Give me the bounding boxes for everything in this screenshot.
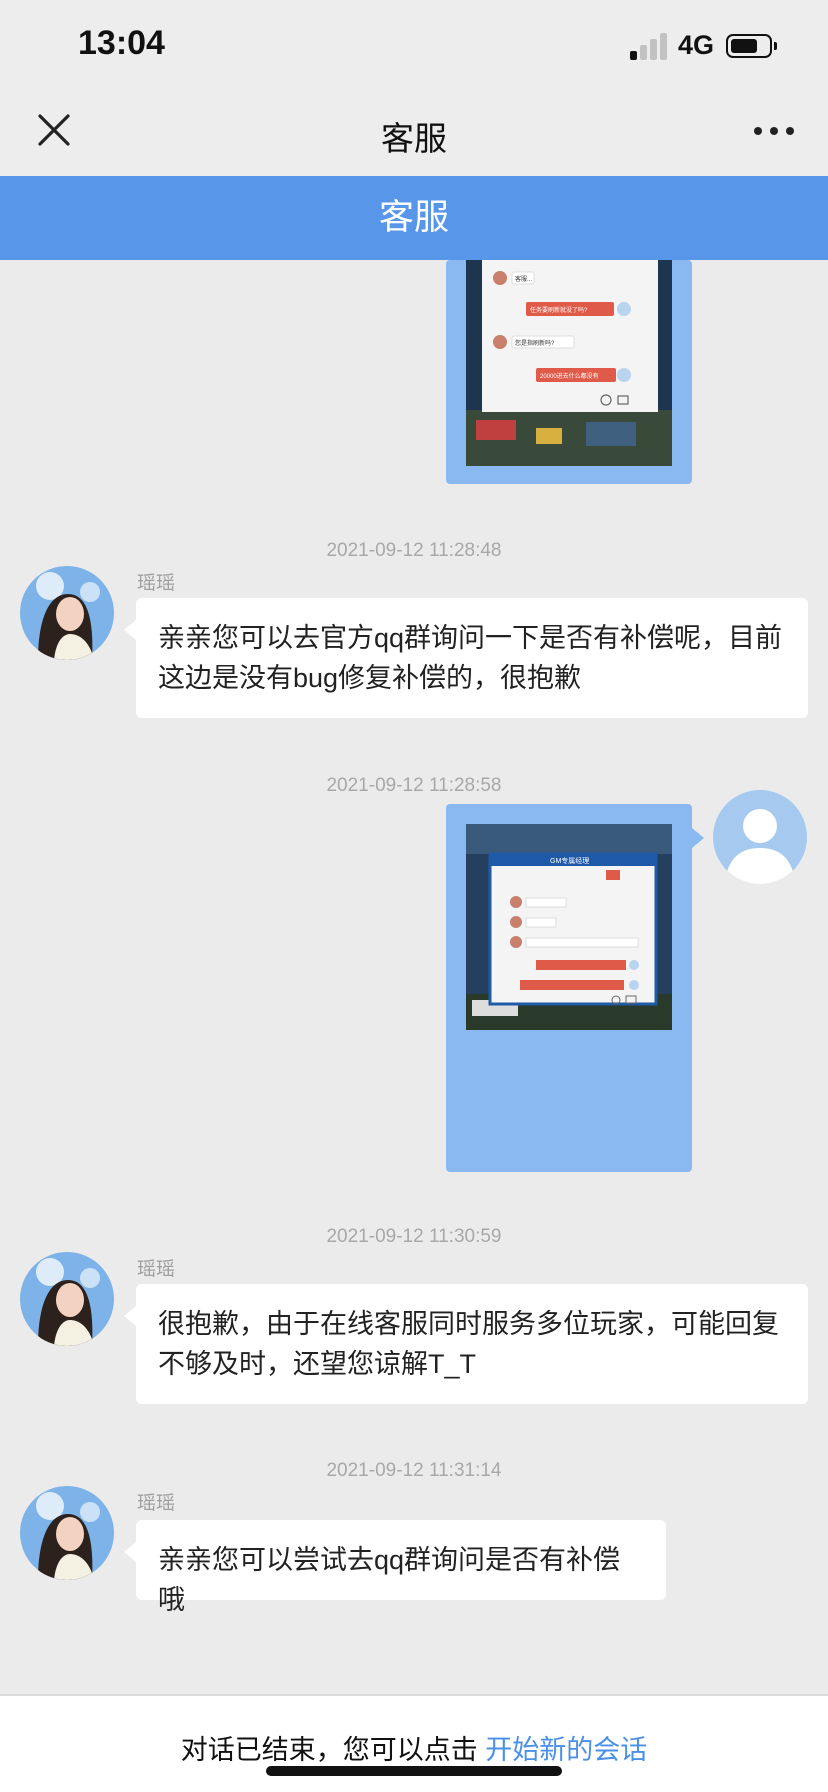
start-new-conversation-link[interactable]: 开始新的会话 [485,1735,647,1765]
footer-message: 对话已结束，您可以点击 [180,1735,486,1765]
image-message[interactable]: GM专属经理 [446,804,704,1172]
nav-bar: 客服 [0,90,828,176]
message-timestamp: 2021-09-12 11:31:14 [326,1460,502,1481]
screenshot-image[interactable]: 客服... 任务要刷新就没了吗? 您是指刷新吗? 20000进去什么都没有 [466,260,672,466]
message-line: 亲亲您可以去官方qq群询问一下是否有补偿呢，目前 [158,623,783,653]
more-dots-icon[interactable] [752,116,796,146]
agent-avatar [20,566,114,660]
battery-icon [726,34,777,58]
screenshot-image[interactable]: GM专属经理 [466,824,672,1030]
message-line: 这边是没有bug修复补偿的，很抱歉 [158,663,582,693]
message-timestamp: 2021-09-12 11:28:58 [326,775,502,796]
message-line: 很抱歉，由于在线客服同时服务多位玩家，可能回复 [158,1309,779,1339]
sender-name: 瑶瑶 [137,573,176,594]
signal-icon [630,30,670,60]
conversation-ended-bar: 对话已结束，您可以点击 开始新的会话 [0,1694,828,1792]
home-indicator[interactable] [266,1766,562,1776]
embedded-text: 您是指刷新吗? [515,339,555,347]
status-time: 13:04 [78,24,165,62]
page-title: 客服 [381,120,447,157]
message-timestamp: 2021-09-12 11:28:48 [326,540,502,561]
agent-avatar [20,1252,114,1346]
sender-name: 瑶瑶 [137,1259,176,1280]
image-message[interactable]: 客服... 任务要刷新就没了吗? 您是指刷新吗? 20000进去什么都没有 [446,260,692,484]
footer-text: 对话已结束，您可以点击 开始新的会话 [0,1728,828,1767]
message-timestamp: 2021-09-12 11:30:59 [326,1226,502,1247]
message-line: 亲亲您可以尝试去qq群询问是否有补偿哦 [158,1545,621,1615]
embedded-text: 20000进去什么都没有 [540,372,599,380]
user-avatar [713,790,807,884]
agent-avatar [20,1486,114,1580]
embedded-text: GM专属经理 [550,856,589,865]
agent-message-bubble[interactable]: 亲亲您可以尝试去qq群询问是否有补偿哦 [124,1520,666,1615]
sender-name: 瑶瑶 [137,1493,176,1514]
message-line: 不够及时，还望您谅解T_T [158,1349,477,1379]
network-type: 4G [678,30,715,60]
agent-message-bubble[interactable]: 很抱歉，由于在线客服同时服务多位玩家，可能回复 不够及时，还望您谅解T_T [124,1284,808,1404]
status-bar: 13:04 4G [0,0,828,90]
embedded-text: 客服... [515,275,532,283]
embedded-text: 任务要刷新就没了吗? [530,306,588,314]
service-banner: 客服 [0,176,828,260]
agent-message-bubble[interactable]: 亲亲您可以去官方qq群询问一下是否有补偿呢，目前 这边是没有bug修复补偿的，很… [124,598,808,718]
chat-area[interactable]: 客服... 任务要刷新就没了吗? 您是指刷新吗? 20000进去什么都没有 20… [0,260,828,1658]
